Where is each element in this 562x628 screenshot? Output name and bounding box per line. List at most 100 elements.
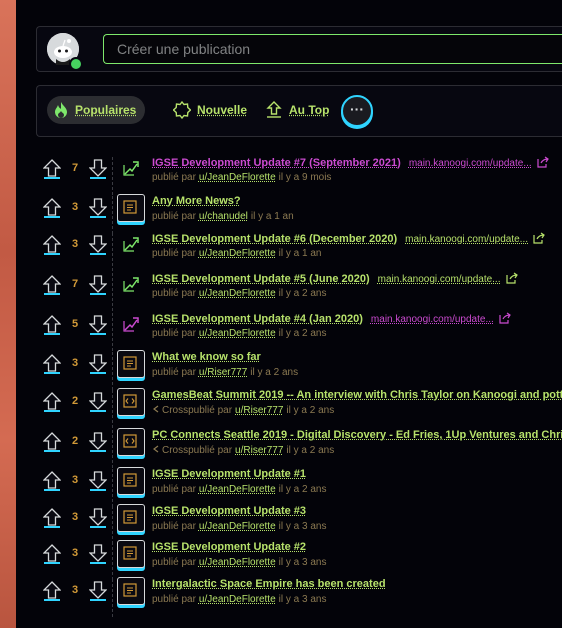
downvote-icon[interactable] xyxy=(88,235,108,255)
post-author-link[interactable]: u/JeanDeFlorette xyxy=(199,594,276,605)
post-row[interactable]: 2 PC Connects Seattle 2019 - Digital Disc… xyxy=(16,428,562,468)
upvote-icon[interactable] xyxy=(42,315,62,335)
post-author-link[interactable]: u/Riser777 xyxy=(199,367,247,378)
downvote-icon[interactable] xyxy=(88,544,108,564)
embed-post-icon[interactable] xyxy=(117,428,145,456)
post-author-link[interactable]: u/JeanDeFlorette xyxy=(199,328,276,339)
downvote-icon[interactable] xyxy=(88,471,108,491)
external-link-icon[interactable] xyxy=(501,272,519,285)
downvote-icon[interactable] xyxy=(88,198,108,218)
post-title-link[interactable]: IGSE Development Update #4 (Jan 2020) xyxy=(152,313,363,325)
top-chart-icon xyxy=(266,101,282,118)
post-domain-link[interactable]: main.kanoogi.com/update... xyxy=(378,274,501,285)
upvote-icon[interactable] xyxy=(42,159,62,179)
upvote-icon[interactable] xyxy=(42,471,62,491)
post-title-line: PC Connects Seattle 2019 - Digital Disco… xyxy=(152,429,562,441)
post-author-link[interactable]: u/JeanDeFlorette xyxy=(199,557,276,568)
post-row[interactable]: 3 IGSE Development Update #3 publié par u/J… xyxy=(16,504,562,544)
post-author-link[interactable]: u/Riser777 xyxy=(235,405,283,416)
text-post-icon[interactable] xyxy=(117,577,145,605)
post-title-link[interactable]: Intergalactic Space Empire has been crea… xyxy=(152,578,386,590)
external-link-icon[interactable] xyxy=(528,232,546,245)
post-title-line: Any More News? xyxy=(152,195,241,207)
post-row[interactable]: 5 IGSE Development Update #4 (Jan 2020) ma… xyxy=(16,312,562,351)
post-row[interactable]: 2 GamesBeat Summit 2019 -- An interview w… xyxy=(16,388,562,428)
post-title-link[interactable]: Any More News? xyxy=(152,195,241,207)
post-row[interactable]: 3 Any More News? publié par u/chanudel il y … xyxy=(16,194,562,234)
sort-popular-button[interactable]: Populaires xyxy=(47,96,146,124)
post-domain-link[interactable]: main.kanoogi.com/update... xyxy=(409,158,532,169)
link-post-icon[interactable] xyxy=(122,315,140,333)
post-meta-prefix: publié par xyxy=(152,484,196,495)
flame-icon xyxy=(55,102,67,118)
upvote-icon[interactable] xyxy=(42,354,62,374)
upvote-icon[interactable] xyxy=(42,544,62,564)
text-post-icon[interactable] xyxy=(117,350,145,378)
upvote-icon[interactable] xyxy=(42,198,62,218)
sort-new-button[interactable]: Nouvelle xyxy=(173,96,247,124)
feed-panel: Populaires Nouvelle Au Top ··· 7 IGSE Dev… xyxy=(16,0,562,628)
link-post-icon[interactable] xyxy=(122,275,140,293)
post-title-link[interactable]: IGSE Development Update #5 (June 2020) xyxy=(152,273,370,285)
sort-top-button[interactable]: Au Top xyxy=(265,96,329,124)
post-row[interactable]: 3 IGSE Development Update #1 publié par u/J… xyxy=(16,467,562,507)
post-author-link[interactable]: u/JeanDeFlorette xyxy=(199,521,276,532)
upvote-icon[interactable] xyxy=(42,432,62,452)
post-row[interactable]: 3 IGSE Development Update #6 (December 20… xyxy=(16,232,562,271)
post-author-link[interactable]: u/JeanDeFlorette xyxy=(199,288,276,299)
downvote-icon[interactable] xyxy=(88,432,108,452)
post-domain-link[interactable]: main.kanoogi.com/update... xyxy=(405,234,528,245)
link-post-icon[interactable] xyxy=(122,235,140,253)
post-title-link[interactable]: PC Connects Seattle 2019 - Digital Disco… xyxy=(152,429,562,441)
external-link-icon[interactable] xyxy=(532,156,550,169)
post-title-link[interactable]: IGSE Development Update #3 xyxy=(152,505,306,517)
upvote-icon[interactable] xyxy=(42,235,62,255)
post-title-line: Intergalactic Space Empire has been crea… xyxy=(152,578,386,590)
post-row[interactable]: 3 What we know so far publié par u/Riser777… xyxy=(16,350,562,390)
downvote-icon[interactable] xyxy=(88,275,108,295)
post-author-link[interactable]: u/JeanDeFlorette xyxy=(199,248,276,259)
link-post-icon[interactable] xyxy=(122,159,140,177)
post-title-link[interactable]: IGSE Development Update #7 (September 20… xyxy=(152,157,401,169)
text-post-icon[interactable] xyxy=(117,540,145,568)
post-meta-prefix: publié par xyxy=(152,248,196,259)
post-author-link[interactable]: u/chanudel xyxy=(199,211,248,222)
upvote-icon[interactable] xyxy=(42,392,62,412)
downvote-icon[interactable] xyxy=(88,508,108,528)
more-options-button[interactable]: ··· xyxy=(341,95,373,127)
post-author-link[interactable]: u/JeanDeFlorette xyxy=(199,172,276,183)
post-meta: publié par u/JeanDeFlorette il y a 3 ans xyxy=(152,521,326,532)
upvote-icon[interactable] xyxy=(42,508,62,528)
text-post-icon[interactable] xyxy=(117,467,145,495)
post-meta-prefix: publié par xyxy=(152,211,196,222)
text-post-icon[interactable] xyxy=(117,504,145,532)
post-row[interactable]: 7 IGSE Development Update #5 (June 2020) m… xyxy=(16,272,562,311)
post-row[interactable]: 3 Intergalactic Space Empire has been cre… xyxy=(16,577,562,617)
upvote-icon[interactable] xyxy=(42,275,62,295)
create-post-input[interactable] xyxy=(103,34,562,64)
downvote-icon[interactable] xyxy=(88,315,108,335)
post-row[interactable]: 3 IGSE Development Update #2 publié par u/J… xyxy=(16,540,562,580)
downvote-icon[interactable] xyxy=(88,354,108,374)
post-title-link[interactable]: GamesBeat Summit 2019 -- An interview wi… xyxy=(152,389,562,401)
downvote-icon[interactable] xyxy=(88,581,108,601)
row-divider xyxy=(112,273,113,311)
upvote-icon[interactable] xyxy=(42,581,62,601)
post-domain-link[interactable]: main.kanoogi.com/update... xyxy=(371,314,494,325)
post-title-link[interactable]: IGSE Development Update #2 xyxy=(152,541,306,553)
post-author-link[interactable]: u/JeanDeFlorette xyxy=(199,484,276,495)
post-title-link[interactable]: IGSE Development Update #1 xyxy=(152,468,306,480)
post-meta-prefix: publié par xyxy=(152,288,196,299)
external-link-icon[interactable] xyxy=(494,312,512,325)
post-title-link[interactable]: What we know so far xyxy=(152,351,261,363)
create-post-bar xyxy=(36,26,562,72)
downvote-icon[interactable] xyxy=(88,392,108,412)
post-title-link[interactable]: IGSE Development Update #6 (December 202… xyxy=(152,233,397,245)
post-meta: Crosspublié par u/Riser777 il y a 2 ans xyxy=(152,445,334,456)
avatar[interactable] xyxy=(47,33,83,71)
post-author-link[interactable]: u/Riser777 xyxy=(235,445,283,456)
downvote-icon[interactable] xyxy=(88,159,108,179)
embed-post-icon[interactable] xyxy=(117,388,145,416)
text-post-icon[interactable] xyxy=(117,194,145,222)
post-row[interactable]: 7 IGSE Development Update #7 (September 2… xyxy=(16,156,562,195)
